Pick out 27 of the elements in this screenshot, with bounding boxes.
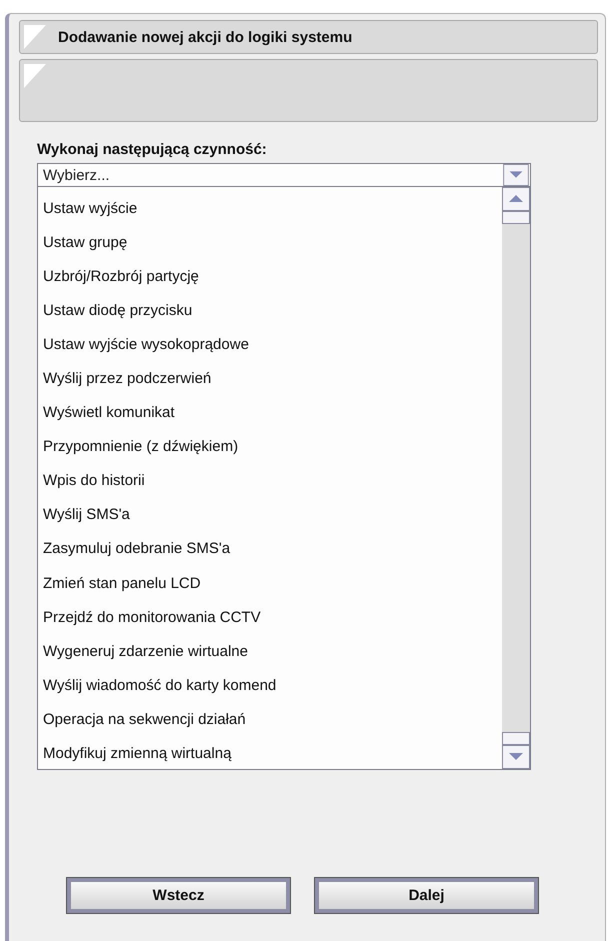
option-item[interactable]: Modyfikuj zmienną wirtualną xyxy=(38,736,502,771)
scroll-thumb[interactable] xyxy=(502,211,530,224)
corner-icon xyxy=(24,64,48,88)
option-item[interactable]: Przypomnienie (z dźwiękiem) xyxy=(38,430,502,464)
option-item[interactable]: Wygeneruj zdarzenie wirtualne xyxy=(38,634,502,668)
option-item[interactable]: Wpis do historii xyxy=(38,464,502,498)
option-item[interactable]: Wyślij SMS'a xyxy=(38,498,502,532)
scroll-thumb[interactable] xyxy=(502,732,530,745)
nav-button[interactable]: Wstecz xyxy=(67,878,290,913)
option-item[interactable]: Wyślij przez podczerwień xyxy=(38,361,502,396)
option-item[interactable]: Operacja na sekwencji działań xyxy=(38,702,502,736)
option-item[interactable]: Wyświetl komunikat xyxy=(38,396,502,430)
action-dropdown[interactable]: Wybierz... xyxy=(37,163,531,187)
option-item[interactable]: Wyślij wiadomość do karty komend xyxy=(38,668,502,702)
option-item[interactable]: Ustaw wyjście wysokoprądowe xyxy=(38,327,502,362)
field-label: Wykonaj następującą czynność: xyxy=(37,141,268,158)
nav-button[interactable]: Dalej xyxy=(315,878,538,913)
option-item[interactable]: Ustaw grupę xyxy=(38,225,502,260)
option-item[interactable]: Przejdź do monitorowania CCTV xyxy=(38,600,502,634)
corner-icon xyxy=(24,25,48,49)
option-item[interactable]: Zmień stan panelu LCD xyxy=(38,566,502,600)
header-title: Dodawanie nowej akcji do logiki systemu xyxy=(58,28,352,46)
option-item[interactable]: Uzbrój/Rozbrój partycję xyxy=(38,259,502,294)
scrollbar[interactable] xyxy=(502,187,530,769)
option-item[interactable]: Zasymuluj odebranie SMS'a xyxy=(38,532,502,566)
option-item[interactable]: Ustaw diodę przycisku xyxy=(38,293,502,328)
option-item[interactable]: Ustaw wyjście xyxy=(38,191,502,226)
